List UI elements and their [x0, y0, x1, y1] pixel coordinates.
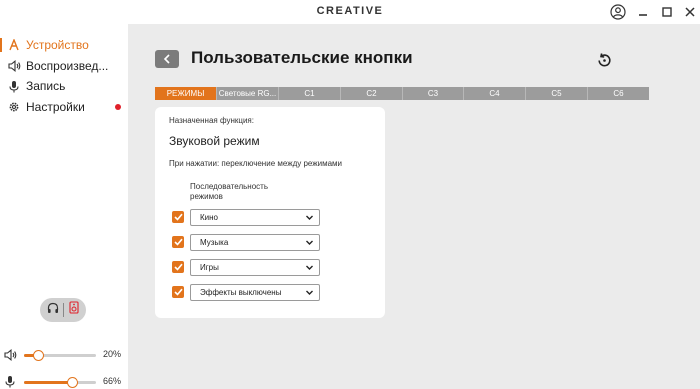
creative-logo: CREATIVE: [316, 5, 384, 17]
volume-icon[interactable]: [4, 348, 17, 366]
mode-select-4[interactable]: Эффекты выключены: [190, 284, 320, 301]
mode-select-2[interactable]: Музыка: [190, 234, 320, 251]
microphone-icon: [4, 80, 24, 93]
tab-rgb-lighting[interactable]: Световые RG...: [217, 87, 279, 100]
sidebar: Устройство Воспроизвед... Запись Настрой…: [0, 24, 128, 389]
mic-slider-handle[interactable]: [66, 377, 78, 388]
mode-checkbox-3[interactable]: [172, 261, 184, 273]
gear-icon: [4, 101, 24, 113]
speaker-icon: [4, 60, 24, 72]
title-bar: CREATIVE: [0, 0, 700, 24]
mode-sequence-label: Последовательность режимов: [190, 182, 268, 201]
tab-bar: РЕЖИМЫ Световые RG... C1 C2 C3 C4 C5 C6: [155, 87, 649, 100]
mode-select-value: Кино: [200, 213, 218, 222]
tab-c5[interactable]: C5: [526, 87, 588, 100]
sidebar-item-recording[interactable]: Запись: [0, 76, 128, 96]
volume-slider-handle[interactable]: [33, 350, 45, 361]
tab-c6[interactable]: C6: [588, 87, 649, 100]
tab-c2[interactable]: C2: [341, 87, 403, 100]
sidebar-item-label: Воспроизвед...: [26, 59, 109, 73]
sidebar-item-playback[interactable]: Воспроизвед...: [0, 56, 128, 76]
tab-c4[interactable]: C4: [464, 87, 526, 100]
sidebar-item-label: Запись: [26, 79, 66, 93]
sidebar-item-device[interactable]: Устройство: [0, 35, 128, 55]
account-icon[interactable]: [608, 2, 628, 22]
mode-checkbox-1[interactable]: [172, 211, 184, 223]
chevron-left-icon: [163, 54, 170, 64]
volume-slider-row: 20%: [0, 348, 128, 362]
mode-row-1: Кино: [172, 209, 372, 226]
checkmark-icon: [173, 238, 183, 246]
assigned-function-value: Звуковой режим: [169, 134, 260, 148]
toggle-divider: [63, 303, 65, 317]
volume-slider[interactable]: [24, 350, 96, 361]
notification-dot: [115, 104, 121, 110]
mic-slider-row: 66%: [0, 375, 128, 389]
headphones-icon[interactable]: [47, 301, 59, 319]
back-button[interactable]: [155, 50, 179, 68]
sidebar-item-label: Настройки: [26, 100, 85, 114]
reset-icon: [597, 52, 611, 66]
mic-fill: [24, 381, 72, 384]
sidebar-item-label: Устройство: [26, 38, 89, 52]
mode-row-2: Музыка: [172, 234, 372, 251]
mode-checkbox-4[interactable]: [172, 286, 184, 298]
volume-value: 20%: [102, 349, 121, 359]
page-title: Пользовательские кнопки: [191, 48, 413, 67]
chevron-down-icon: [306, 290, 313, 295]
sidebar-item-settings[interactable]: Настройки: [0, 97, 128, 117]
mode-row-4: Эффекты выключены: [172, 284, 372, 301]
press-action-description: При нажатии: переключение между режимами: [169, 159, 343, 168]
mic-slider[interactable]: [24, 377, 96, 388]
mode-select-3[interactable]: Игры: [190, 259, 320, 276]
mode-select-value: Музыка: [200, 238, 229, 247]
chevron-down-icon: [306, 265, 313, 270]
checkmark-icon: [173, 288, 183, 296]
tab-c1[interactable]: C1: [279, 87, 341, 100]
mode-select-value: Игры: [200, 263, 219, 272]
checkmark-icon: [173, 213, 183, 221]
mic-value: 66%: [102, 376, 121, 386]
checkmark-icon: [173, 263, 183, 271]
mode-select-1[interactable]: Кино: [190, 209, 320, 226]
chevron-down-icon: [306, 240, 313, 245]
tab-c3[interactable]: C3: [403, 87, 464, 100]
close-button[interactable]: [680, 2, 700, 22]
minimize-button[interactable]: [633, 2, 653, 22]
chevron-down-icon: [306, 215, 313, 220]
device-icon: [4, 39, 24, 51]
tab-modes[interactable]: РЕЖИМЫ: [155, 87, 217, 100]
output-toggle[interactable]: [40, 298, 86, 322]
assigned-function-label: Назначенная функция:: [169, 116, 254, 125]
mode-checkbox-2[interactable]: [172, 236, 184, 248]
mode-row-3: Игры: [172, 259, 372, 276]
reset-button[interactable]: [594, 50, 614, 70]
speaker-device-icon[interactable]: [69, 301, 79, 319]
modes-panel: Назначенная функция: Звуковой режим При …: [155, 107, 385, 318]
mode-select-value: Эффекты выключены: [200, 288, 282, 297]
maximize-button[interactable]: [657, 2, 677, 22]
microphone-level-icon[interactable]: [4, 375, 16, 389]
